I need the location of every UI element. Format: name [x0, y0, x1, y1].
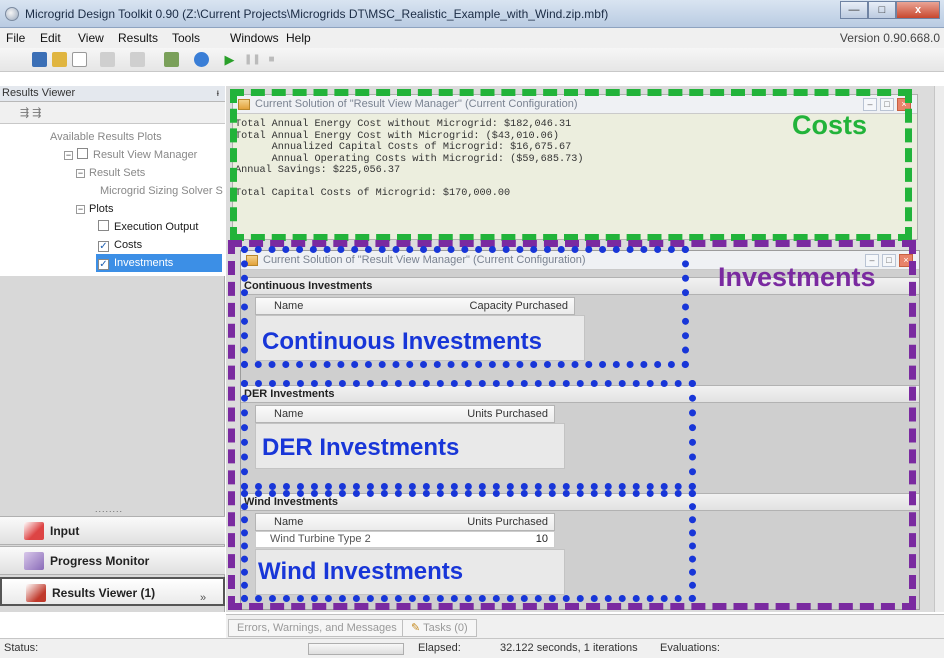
undo-icon[interactable] — [100, 52, 115, 67]
nav-label: Progress Monitor — [50, 554, 150, 568]
pencil-icon — [24, 522, 44, 540]
menu-file[interactable]: File — [6, 31, 25, 45]
expand-collapse-icon[interactable]: ⇶ ⇶ — [20, 107, 42, 119]
tree-item-label: Result View Manager — [93, 149, 198, 161]
run-icon[interactable]: ▶ — [222, 52, 237, 67]
progress-bar — [308, 643, 404, 655]
nav-progress-monitor[interactable]: Progress Monitor — [0, 546, 225, 575]
pause-icon[interactable]: ❚❚ — [244, 52, 261, 67]
pin-icon[interactable]: ᵼ — [217, 86, 219, 101]
stop-icon[interactable]: ■ — [264, 52, 279, 67]
investments-annotation: Investments — [718, 262, 876, 292]
checkbox-icon[interactable] — [98, 220, 109, 231]
menu-bar: File Edit View Results Tools Windows Hel… — [0, 28, 944, 48]
tree-root[interactable]: Available Results Plots — [50, 128, 162, 146]
splitter-handle[interactable]: ........ — [95, 504, 123, 514]
nav-input[interactable]: Input — [0, 516, 225, 545]
menu-help[interactable]: Help — [286, 31, 311, 45]
version-label: Version 0.90.668.0 — [839, 31, 940, 45]
collapse-icon[interactable]: − — [64, 151, 73, 160]
tree-item-investments[interactable]: ✓ Investments — [96, 254, 222, 272]
tab-tasks[interactable]: ✎ Tasks (0) — [402, 619, 477, 637]
minimize-button[interactable]: — — [840, 1, 868, 19]
nav-label: Input — [50, 524, 80, 538]
tree-item-label: Execution Output — [114, 221, 199, 233]
menu-view[interactable]: View — [78, 31, 104, 45]
status-label: Status: — [4, 642, 39, 654]
results-viewer-header: Results Viewer ᵼ — [0, 86, 225, 102]
tree-item-plots[interactable]: − Plots — [76, 200, 113, 218]
app-icon — [5, 7, 19, 21]
toolbar: ▶ ❚❚ ■ — [0, 48, 944, 72]
chart-icon — [26, 584, 46, 602]
settings-icon[interactable] — [164, 52, 179, 67]
menu-windows[interactable]: Windows — [230, 31, 279, 45]
menu-edit[interactable]: Edit — [40, 31, 61, 45]
continuous-annotation: Continuous Investments — [262, 328, 543, 355]
tasks-icon: ✎ — [411, 622, 424, 634]
tree-item-execution-output[interactable]: Execution Output — [98, 218, 198, 236]
tree-item-result-view-manager[interactable]: − Result View Manager — [64, 146, 197, 164]
menu-tools[interactable]: Tools — [172, 31, 200, 45]
results-tree: Available Results Plots − Result View Man… — [0, 124, 225, 276]
tab-label: Tasks (0) — [423, 622, 468, 634]
elapsed-value: 32.122 seconds, 1 iterations — [500, 642, 638, 654]
window-controls: — □ x — [840, 1, 940, 19]
collapse-icon[interactable]: − — [76, 205, 85, 214]
window-title: Microgrid Design Toolkit 0.90 (Z:\Curren… — [25, 7, 609, 21]
title-bar: Microgrid Design Toolkit 0.90 (Z:\Curren… — [0, 0, 944, 28]
costs-annotation: Costs — [792, 110, 868, 140]
maximize-button[interactable]: □ — [868, 1, 896, 19]
tree-item-label: Result Sets — [89, 167, 146, 179]
der-annotation: DER Investments — [262, 434, 460, 461]
collapse-icon[interactable]: − — [76, 169, 85, 178]
open-folder-icon[interactable] — [52, 52, 67, 67]
tree-item-label: Plots — [89, 203, 114, 215]
bottom-tab-strip: Errors, Warnings, and Messages ✎ Tasks (… — [226, 614, 944, 638]
gears-icon — [24, 552, 44, 570]
checkbox-checked-icon[interactable]: ✓ — [98, 259, 109, 270]
tree-item-result-sets[interactable]: − Result Sets — [76, 164, 145, 182]
tree-item-costs[interactable]: ✓ Costs — [98, 236, 142, 254]
results-viewer-title: Results Viewer — [2, 87, 76, 99]
checkbox-checked-icon[interactable]: ✓ — [98, 241, 109, 252]
redo-icon[interactable] — [130, 52, 145, 67]
results-viewer-panel: Results Viewer ᵼ ⇶ ⇶ Available Results P… — [0, 86, 225, 612]
status-bar: Status: Elapsed: 32.122 seconds, 1 itera… — [0, 638, 944, 658]
nav-label: Results Viewer (1) — [52, 586, 156, 600]
elapsed-label: Elapsed: — [418, 642, 461, 654]
save-icon[interactable] — [32, 52, 47, 67]
chevron-right-icon[interactable]: » — [200, 592, 206, 604]
tree-item-solver[interactable]: Microgrid Sizing Solver S — [100, 182, 223, 200]
wind-annotation: Wind Investments — [258, 558, 464, 585]
checkbox-icon[interactable] — [77, 148, 88, 159]
tree-item-label: Costs — [114, 239, 143, 251]
nav-results-viewer[interactable]: Results Viewer (1) — [0, 577, 225, 606]
tab-errors-warnings[interactable]: Errors, Warnings, and Messages — [228, 619, 406, 637]
menu-results[interactable]: Results — [118, 31, 158, 45]
tree-toolbar: ⇶ ⇶ — [0, 102, 225, 124]
evaluations-label: Evaluations: — [660, 642, 720, 654]
vertical-scrollbar[interactable] — [934, 86, 944, 612]
tree-item-label: Investments — [114, 257, 174, 269]
close-button[interactable]: x — [896, 1, 940, 19]
new-file-icon[interactable] — [72, 52, 87, 67]
help-icon[interactable] — [194, 52, 209, 67]
